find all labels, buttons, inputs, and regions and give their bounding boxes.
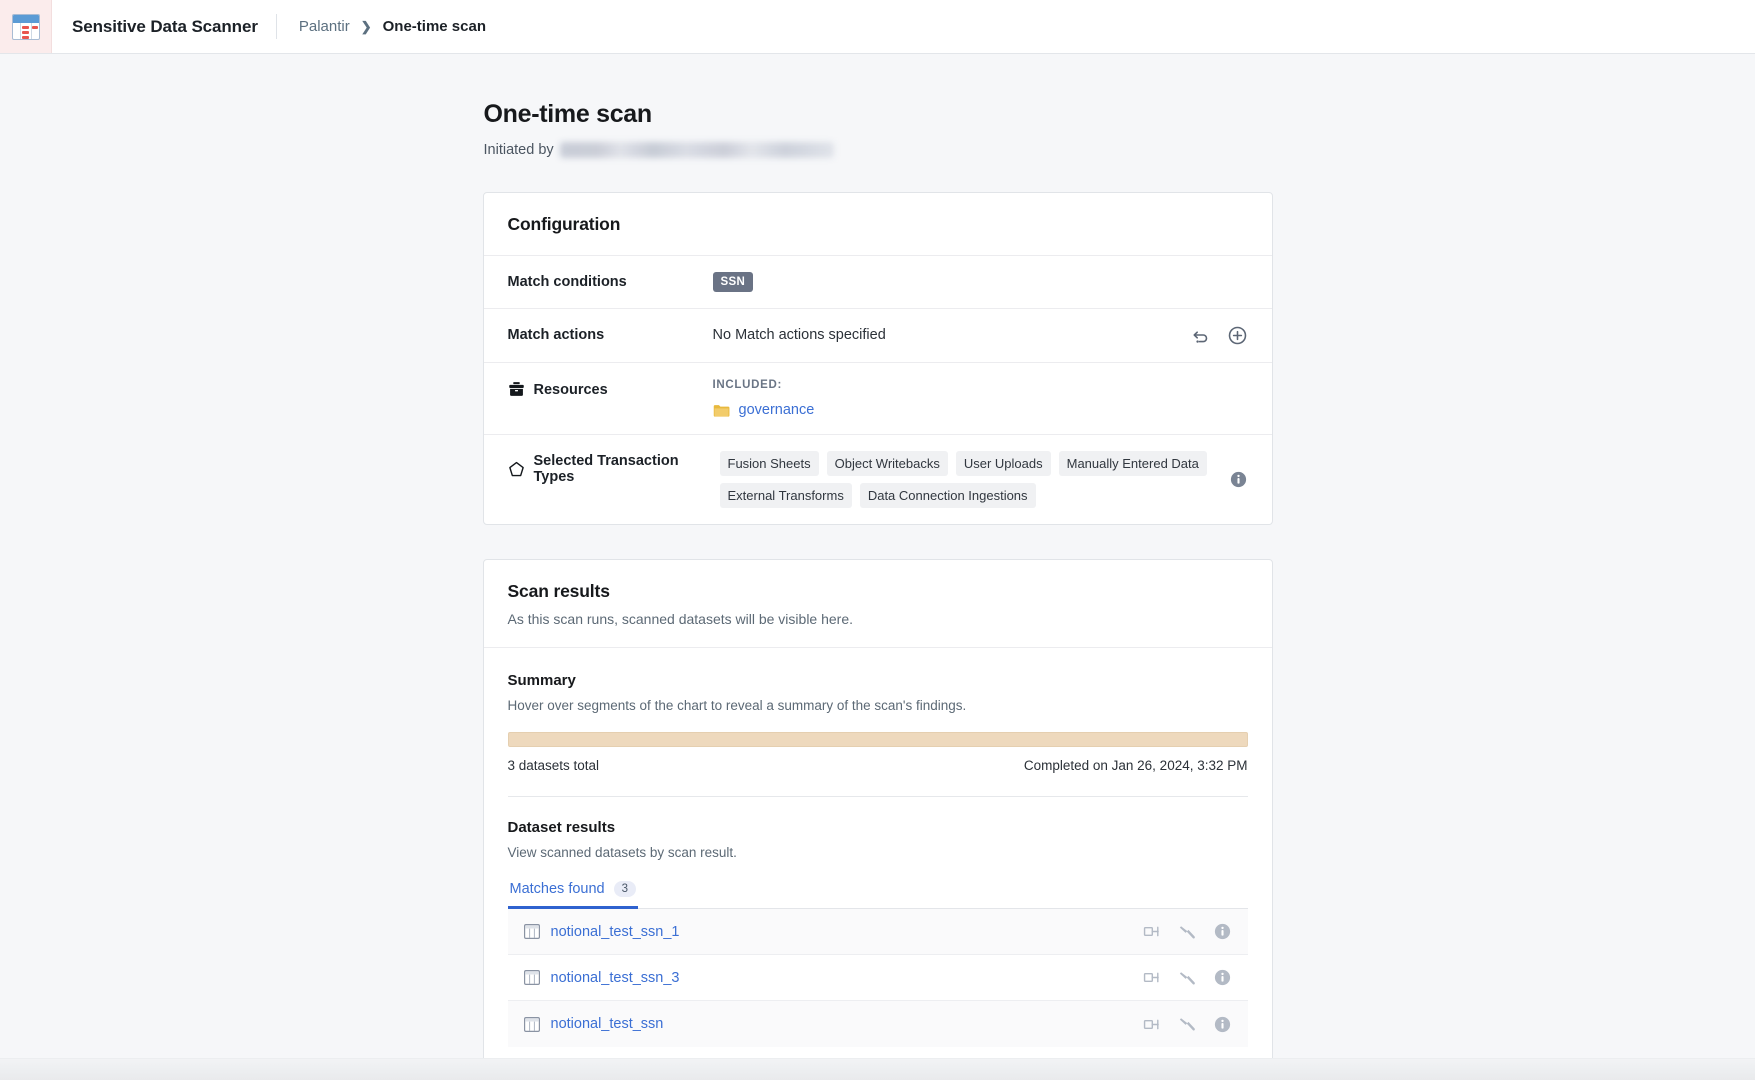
app-icon-cell[interactable] [0,0,52,53]
summary-completed-label: Completed on Jan 26, 2024, 3:32 PM [1023,758,1248,773]
dataset-name[interactable]: notional_test_ssn [551,1016,664,1032]
briefcase-icon [508,381,525,398]
match-actions-label: Match actions [507,327,605,343]
dataset-row-actions [1143,1015,1232,1034]
derive-icon[interactable] [1143,969,1162,986]
scan-results-title: Scan results [507,581,610,601]
transaction-type-tag[interactable]: Manually Entered Data [1058,451,1207,476]
match-conditions-body: SSN [712,272,1248,292]
page-content: One-time scan Initiated by Configuration… [482,54,1273,1070]
resources-body: INCLUDED: governance [713,379,1248,418]
transaction-type-tag[interactable]: Object Writebacks [826,451,948,476]
configuration-card: Configuration Match conditions SSN Match… [482,192,1273,525]
scan-results-card: Scan results As this scan runs, scanned … [482,559,1273,1070]
initiated-by: Initiated by [483,142,1273,158]
match-actions-value: No Match actions specified [712,327,886,343]
table-row[interactable]: notional_test_ssn_1 [507,909,1248,955]
row-match-conditions: Match conditions SSN [483,256,1272,309]
row-resources: Resources INCLUDED: governance [483,363,1272,435]
chevron-right-icon: ❯ [360,18,372,34]
breadcrumb: Palantir ❯ One-time scan [277,0,486,53]
configuration-title: Configuration [507,214,621,234]
footer-strip [0,1058,1755,1080]
dataset-results-list: notional_test_ssn_1 notional_test_ssn_3 … [484,909,1272,1069]
transaction-type-tag[interactable]: Fusion Sheets [719,451,819,476]
transaction-type-tag[interactable]: External Transforms [719,483,852,508]
resources-included-label: INCLUDED: [712,379,783,391]
derive-icon[interactable] [1143,1016,1162,1033]
build-icon[interactable] [1178,923,1197,941]
dataset-row-actions [1143,922,1232,941]
resource-name[interactable]: governance [739,402,815,418]
info-icon[interactable] [1213,922,1232,941]
top-bar: Sensitive Data Scanner Palantir ❯ One-ti… [0,0,1755,54]
transaction-types-actions [1215,470,1248,489]
match-actions-body: No Match actions specified [713,325,1248,346]
table-row[interactable]: notional_test_ssn [507,1001,1248,1047]
page-scroll-area[interactable]: One-time scan Initiated by Configuration… [0,54,1755,1080]
pentagon-icon [508,461,525,478]
transaction-types-label-wrap: Selected Transaction Types [508,451,720,485]
initiated-by-label: Initiated by [483,142,554,158]
tab-matches-found-count: 3 [613,881,637,897]
transaction-type-tag[interactable]: Data Connection Ingestions [859,483,1036,508]
dataset-name[interactable]: notional_test_ssn_3 [551,970,680,986]
info-icon[interactable] [1229,470,1248,489]
folder-icon [713,403,730,418]
dataset-row-actions [1143,968,1232,987]
add-circle-icon[interactable] [1227,325,1248,346]
table-icon [523,970,540,985]
tab-matches-found[interactable]: Matches found 3 [507,881,639,909]
row-match-actions: Match actions No Match actions specified [483,309,1272,363]
dataset-results-subtitle: View scanned datasets by scan result. [507,845,737,860]
resources-label: Resources [533,381,608,398]
dataset-name[interactable]: notional_test_ssn_1 [551,924,680,940]
transaction-types-tag-list: Fusion Sheets Object Writebacks User Upl… [719,451,1215,508]
summary-subtitle: Hover over segments of the chart to reve… [507,698,967,713]
breadcrumb-root[interactable]: Palantir [299,18,350,35]
resources-label-wrap: Resources [508,379,713,398]
summary-meta: 3 datasets total Completed on Jan 26, 20… [508,758,1248,773]
scan-results-header: Scan results As this scan runs, scanned … [483,560,1272,648]
table-icon [523,1016,540,1032]
page-title: One-time scan [483,100,653,128]
match-condition-tag-ssn[interactable]: SSN [712,272,754,292]
info-icon[interactable] [1213,1015,1232,1034]
summary-title: Summary [507,672,576,689]
transaction-types-body: Fusion Sheets Object Writebacks User Upl… [719,451,1248,508]
summary-section: Summary Hover over segments of the chart… [484,648,1272,797]
configuration-card-header: Configuration [483,193,1272,256]
table-row[interactable]: notional_test_ssn_3 [507,955,1248,1001]
tab-matches-found-label: Matches found [509,881,605,897]
spreadsheet-scanner-icon [11,13,40,40]
scan-results-subtitle: As this scan runs, scanned datasets will… [507,611,854,627]
table-icon [523,924,540,939]
match-actions-buttons [1177,325,1248,346]
dataset-results-title: Dataset results [507,819,616,836]
initiated-by-value-redacted [559,142,834,158]
match-conditions-label: Match conditions [507,274,627,290]
resource-item[interactable]: governance [713,402,815,418]
transaction-types-label: Selected Transaction Types [533,453,679,485]
app-title: Sensitive Data Scanner [72,16,258,36]
derive-icon[interactable] [1143,923,1162,940]
build-icon[interactable] [1178,1015,1197,1033]
build-icon[interactable] [1178,969,1197,987]
summary-total-label: 3 datasets total [507,758,600,773]
undo-icon[interactable] [1191,326,1211,346]
dataset-results-section: Dataset results View scanned datasets by… [484,797,1272,909]
info-icon[interactable] [1213,968,1232,987]
breadcrumb-current: One-time scan [382,18,486,35]
summary-chart-bar[interactable] [507,732,1248,747]
dataset-results-tabs: Matches found 3 [507,881,1248,909]
row-transaction-types: Selected Transaction Types Fusion Sheets… [484,435,1272,524]
transaction-type-tag[interactable]: User Uploads [955,451,1051,476]
